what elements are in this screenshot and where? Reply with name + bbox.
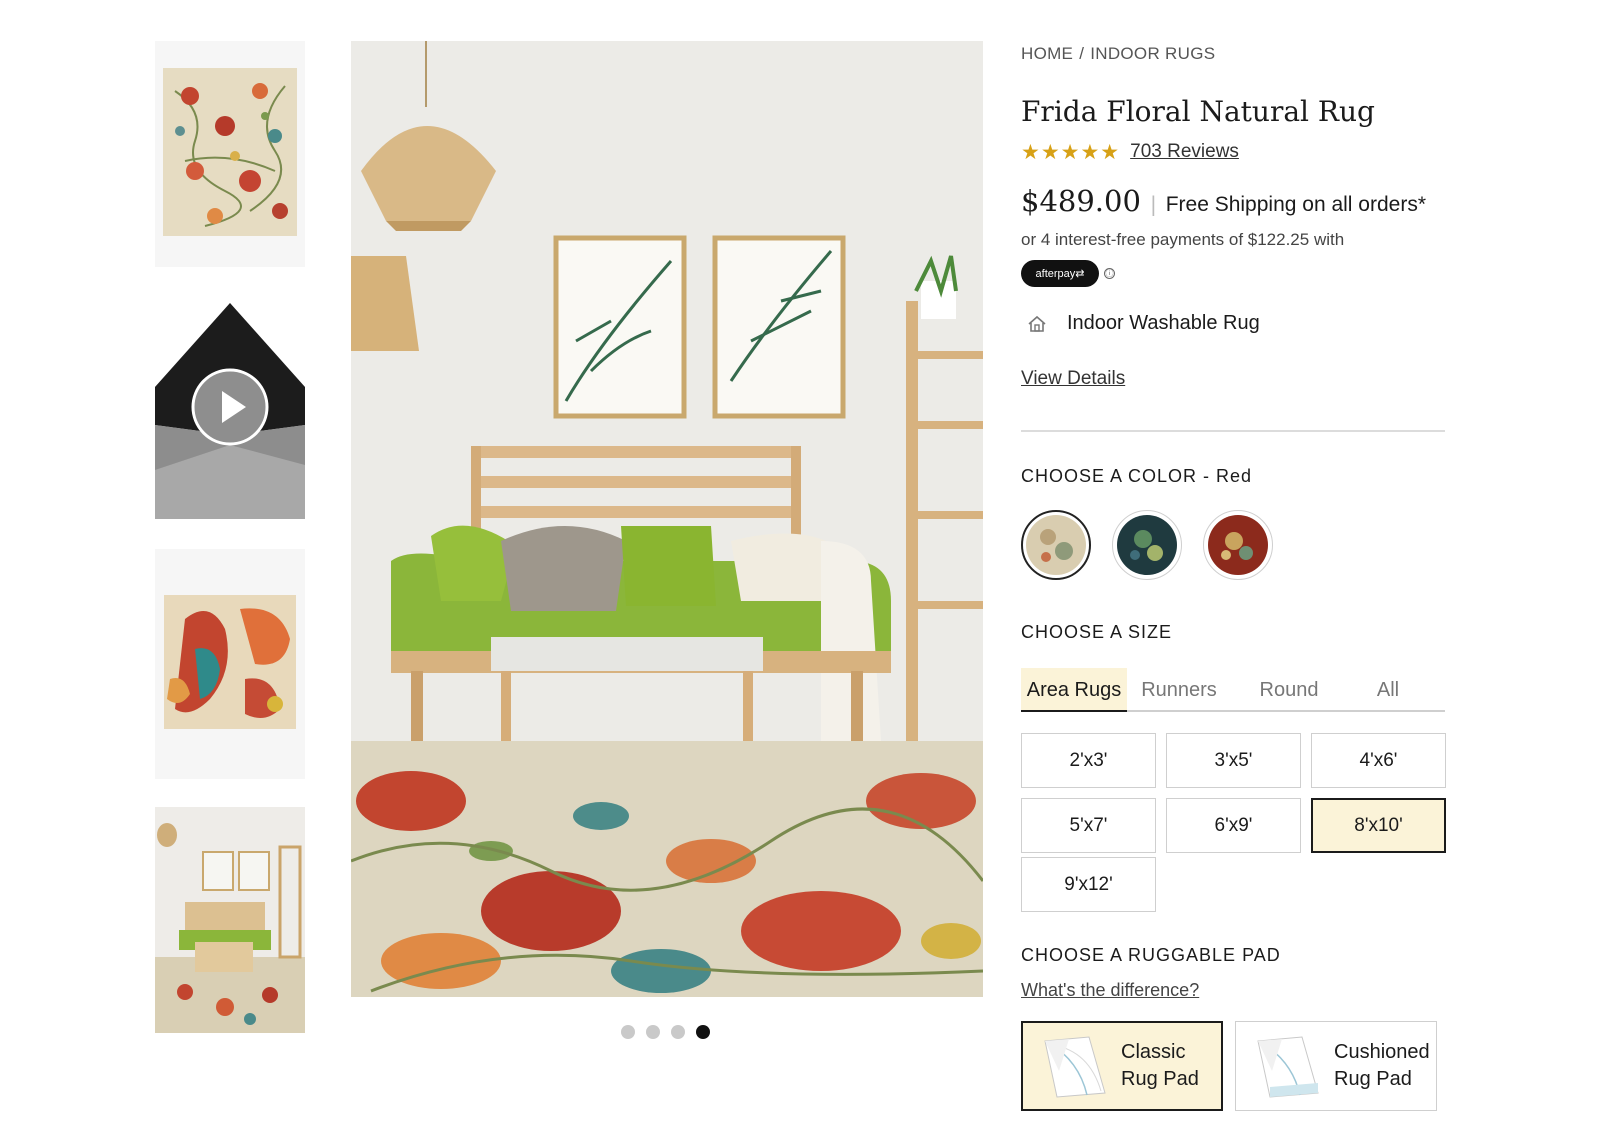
tab-round[interactable]: Round	[1241, 668, 1337, 712]
size-tabs: Area Rugs Runners Round All	[1021, 668, 1445, 712]
carousel-dot[interactable]	[671, 1025, 685, 1039]
size-option-9x12[interactable]: 9'x12'	[1021, 857, 1156, 912]
price-divider: |	[1149, 192, 1157, 216]
star-rating-icon: ★★★★★	[1021, 140, 1121, 164]
color-swatches	[1021, 510, 1273, 580]
feature-row: Indoor Washable Rug	[1021, 312, 1260, 335]
breadcrumb-indoor-rugs[interactable]: INDOOR RUGS	[1090, 44, 1215, 63]
carousel-dots	[621, 1025, 710, 1039]
main-product-image[interactable]	[351, 41, 983, 997]
breadcrumb-home[interactable]: HOME	[1021, 44, 1073, 63]
carousel-dot-active[interactable]	[696, 1025, 710, 1039]
thumbnail-room[interactable]	[155, 807, 305, 1033]
thumbnail-rug-detail[interactable]	[155, 549, 305, 779]
pad-label-cushioned: Cushioned Rug Pad	[1334, 1039, 1430, 1093]
pad-heading: CHOOSE A RUGGABLE PAD	[1021, 945, 1281, 965]
info-icon[interactable]: ⓘ	[1104, 268, 1115, 279]
size-option-6x9[interactable]: 6'x9'	[1166, 798, 1301, 853]
reviews-link[interactable]: 703 Reviews	[1130, 141, 1239, 163]
thumbnail-rug-full[interactable]	[155, 41, 305, 267]
pad-label-line: Rug Pad	[1334, 1068, 1412, 1090]
size-option-4x6[interactable]: 4'x6'	[1311, 733, 1446, 788]
carousel-dot[interactable]	[621, 1025, 635, 1039]
pad-option-classic[interactable]: Classic Rug Pad	[1021, 1021, 1223, 1111]
breadcrumb-separator: /	[1079, 44, 1085, 63]
size-heading: CHOOSE A SIZE	[1021, 622, 1173, 642]
view-details-link[interactable]: View Details	[1021, 368, 1125, 390]
pad-difference-link[interactable]: What's the difference?	[1021, 980, 1199, 1001]
feature-label: Indoor Washable Rug	[1067, 312, 1260, 334]
breadcrumb: HOME / INDOOR RUGS	[1021, 44, 1215, 64]
size-option-5x7[interactable]: 5'x7'	[1021, 798, 1156, 853]
swatch-natural[interactable]	[1021, 510, 1091, 580]
size-option-2x3[interactable]: 2'x3'	[1021, 733, 1156, 788]
rating: ★★★★★ 703 Reviews	[1021, 140, 1239, 164]
tab-runners[interactable]: Runners	[1131, 668, 1227, 712]
house-icon	[1028, 315, 1046, 332]
price: $489.00	[1021, 184, 1141, 218]
pad-label-line: Rug Pad	[1121, 1068, 1199, 1090]
price-row: $489.00 | Free Shipping on all orders*	[1021, 184, 1426, 218]
pad-label-line: Cushioned	[1334, 1041, 1430, 1063]
pad-label-classic: Classic Rug Pad	[1121, 1039, 1199, 1093]
pad-option-cushioned[interactable]: Cushioned Rug Pad	[1235, 1021, 1437, 1111]
carousel-dot[interactable]	[646, 1025, 660, 1039]
afterpay-logo[interactable]: afterpay⇄	[1021, 260, 1099, 287]
thumbnail-video[interactable]	[155, 295, 305, 519]
rug-pad-icon	[1257, 1036, 1319, 1098]
tab-area-rugs[interactable]: Area Rugs	[1021, 668, 1127, 712]
product-title: Frida Floral Natural Rug	[1021, 95, 1375, 128]
color-heading: CHOOSE A COLOR - Red	[1021, 466, 1253, 486]
pad-label-line: Classic	[1121, 1041, 1186, 1063]
rug-pad-icon	[1044, 1036, 1106, 1098]
swatch-blue[interactable]	[1112, 510, 1182, 580]
afterpay-text: or 4 interest-free payments of $122.25 w…	[1021, 230, 1345, 249]
divider	[1021, 430, 1445, 432]
size-option-8x10[interactable]: 8'x10'	[1311, 798, 1446, 853]
shipping-note: Free Shipping on all orders*	[1165, 193, 1427, 216]
swatch-red[interactable]	[1203, 510, 1273, 580]
tab-all[interactable]: All	[1358, 668, 1418, 712]
size-option-3x5[interactable]: 3'x5'	[1166, 733, 1301, 788]
